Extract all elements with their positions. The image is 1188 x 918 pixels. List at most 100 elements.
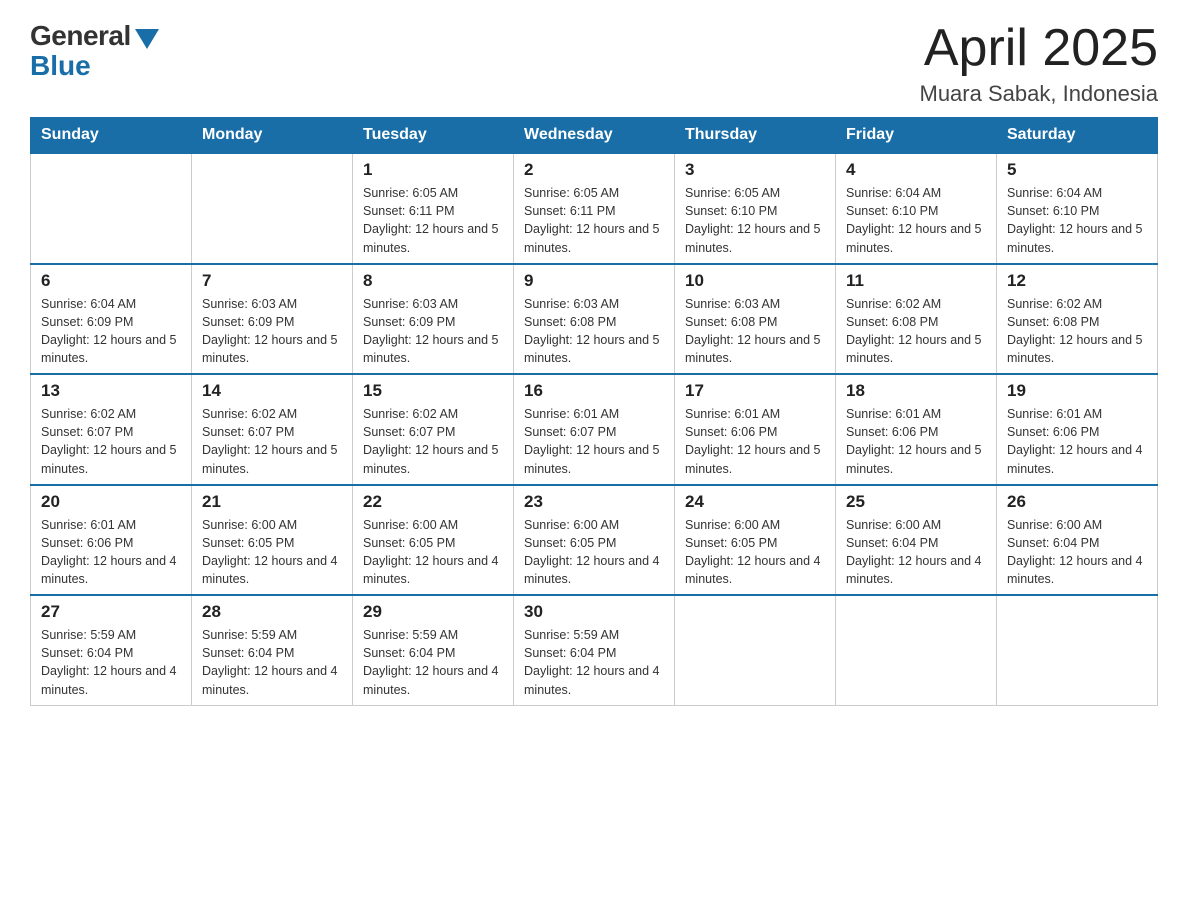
calendar-week-row: 1 Sunrise: 6:05 AM Sunset: 6:11 PM Daylig…	[31, 153, 1158, 264]
calendar-cell: 29Sunrise: 5:59 AM Sunset: 6:04 PM Dayli…	[353, 595, 514, 705]
day-number: 20	[41, 492, 181, 512]
day-info: Sunrise: 6:01 AM Sunset: 6:07 PM Dayligh…	[524, 405, 664, 478]
calendar-cell: 16 Sunrise: 6:01 AM Sunset: 6:07 PM Dayli…	[514, 374, 675, 485]
calendar-cell: 15 Sunrise: 6:02 AM Sunset: 6:07 PM Dayli…	[353, 374, 514, 485]
day-number: 24	[685, 492, 825, 512]
calendar-cell: 17 Sunrise: 6:01 AM Sunset: 6:06 PM Dayli…	[675, 374, 836, 485]
calendar-week-row: 27Sunrise: 5:59 AM Sunset: 6:04 PM Dayli…	[31, 595, 1158, 705]
day-number: 14	[202, 381, 342, 401]
calendar-cell: 5Sunrise: 6:04 AM Sunset: 6:10 PM Daylig…	[997, 153, 1158, 264]
calendar-week-row: 6Sunrise: 6:04 AM Sunset: 6:09 PM Daylig…	[31, 264, 1158, 375]
day-number: 16	[524, 381, 664, 401]
calendar-cell: 14Sunrise: 6:02 AM Sunset: 6:07 PM Dayli…	[192, 374, 353, 485]
day-number: 15	[363, 381, 503, 401]
day-number: 17	[685, 381, 825, 401]
day-info: Sunrise: 6:05 AM Sunset: 6:11 PM Dayligh…	[363, 184, 503, 257]
calendar-cell: 13 Sunrise: 6:02 AM Sunset: 6:07 PM Dayli…	[31, 374, 192, 485]
day-info: Sunrise: 5:59 AM Sunset: 6:04 PM Dayligh…	[524, 626, 664, 699]
day-info: Sunrise: 6:02 AM Sunset: 6:08 PM Dayligh…	[846, 295, 986, 368]
day-info: Sunrise: 6:04 AM Sunset: 6:10 PM Dayligh…	[846, 184, 986, 257]
day-info: Sunrise: 6:01 AM Sunset: 6:06 PM Dayligh…	[41, 516, 181, 589]
day-number: 13	[41, 381, 181, 401]
day-number: 23	[524, 492, 664, 512]
calendar-cell: 23 Sunrise: 6:00 AM Sunset: 6:05 PM Dayli…	[514, 485, 675, 596]
day-info: Sunrise: 6:01 AM Sunset: 6:06 PM Dayligh…	[685, 405, 825, 478]
calendar-cell: 11 Sunrise: 6:02 AM Sunset: 6:08 PM Dayli…	[836, 264, 997, 375]
calendar-header-row: SundayMondayTuesdayWednesdayThursdayFrid…	[31, 118, 1158, 154]
calendar-cell: 19 Sunrise: 6:01 AM Sunset: 6:06 PM Dayli…	[997, 374, 1158, 485]
calendar-title: April 2025	[920, 20, 1159, 77]
column-header-saturday: Saturday	[997, 118, 1158, 154]
day-info: Sunrise: 6:04 AM Sunset: 6:10 PM Dayligh…	[1007, 184, 1147, 257]
day-info: Sunrise: 6:02 AM Sunset: 6:08 PM Dayligh…	[1007, 295, 1147, 368]
day-number: 8	[363, 271, 503, 291]
calendar-subtitle: Muara Sabak, Indonesia	[920, 81, 1159, 107]
calendar-cell: 21 Sunrise: 6:00 AM Sunset: 6:05 PM Dayli…	[192, 485, 353, 596]
day-info: Sunrise: 6:00 AM Sunset: 6:05 PM Dayligh…	[685, 516, 825, 589]
calendar-cell: 9 Sunrise: 6:03 AM Sunset: 6:08 PM Daylig…	[514, 264, 675, 375]
day-number: 2	[524, 160, 664, 180]
calendar-cell: 10Sunrise: 6:03 AM Sunset: 6:08 PM Dayli…	[675, 264, 836, 375]
day-info: Sunrise: 5:59 AM Sunset: 6:04 PM Dayligh…	[41, 626, 181, 699]
calendar-cell: 28Sunrise: 5:59 AM Sunset: 6:04 PM Dayli…	[192, 595, 353, 705]
day-info: Sunrise: 6:05 AM Sunset: 6:10 PM Dayligh…	[685, 184, 825, 257]
column-header-tuesday: Tuesday	[353, 118, 514, 154]
day-info: Sunrise: 6:03 AM Sunset: 6:08 PM Dayligh…	[685, 295, 825, 368]
day-number: 4	[846, 160, 986, 180]
calendar-cell: 8 Sunrise: 6:03 AM Sunset: 6:09 PM Daylig…	[353, 264, 514, 375]
day-info: Sunrise: 6:00 AM Sunset: 6:05 PM Dayligh…	[202, 516, 342, 589]
day-number: 9	[524, 271, 664, 291]
day-info: Sunrise: 6:03 AM Sunset: 6:09 PM Dayligh…	[202, 295, 342, 368]
day-number: 21	[202, 492, 342, 512]
column-header-wednesday: Wednesday	[514, 118, 675, 154]
day-number: 25	[846, 492, 986, 512]
calendar-cell: 7 Sunrise: 6:03 AM Sunset: 6:09 PM Daylig…	[192, 264, 353, 375]
day-info: Sunrise: 6:01 AM Sunset: 6:06 PM Dayligh…	[846, 405, 986, 478]
day-info: Sunrise: 6:00 AM Sunset: 6:04 PM Dayligh…	[1007, 516, 1147, 589]
day-number: 28	[202, 602, 342, 622]
day-info: Sunrise: 6:00 AM Sunset: 6:04 PM Dayligh…	[846, 516, 986, 589]
day-info: Sunrise: 6:01 AM Sunset: 6:06 PM Dayligh…	[1007, 405, 1147, 478]
day-number: 19	[1007, 381, 1147, 401]
day-info: Sunrise: 6:00 AM Sunset: 6:05 PM Dayligh…	[524, 516, 664, 589]
day-number: 18	[846, 381, 986, 401]
calendar-week-row: 20 Sunrise: 6:01 AM Sunset: 6:06 PM Dayli…	[31, 485, 1158, 596]
calendar-cell: 1 Sunrise: 6:05 AM Sunset: 6:11 PM Daylig…	[353, 153, 514, 264]
column-header-monday: Monday	[192, 118, 353, 154]
calendar-cell: 27Sunrise: 5:59 AM Sunset: 6:04 PM Dayli…	[31, 595, 192, 705]
calendar-cell: 6Sunrise: 6:04 AM Sunset: 6:09 PM Daylig…	[31, 264, 192, 375]
calendar-table: SundayMondayTuesdayWednesdayThursdayFrid…	[30, 117, 1158, 706]
day-info: Sunrise: 6:03 AM Sunset: 6:09 PM Dayligh…	[363, 295, 503, 368]
logo-general-text: General	[30, 20, 131, 52]
title-block: April 2025 Muara Sabak, Indonesia	[920, 20, 1159, 107]
day-number: 1	[363, 160, 503, 180]
calendar-cell: 12 Sunrise: 6:02 AM Sunset: 6:08 PM Dayli…	[997, 264, 1158, 375]
page-header: General Blue April 2025 Muara Sabak, Ind…	[30, 20, 1158, 107]
day-info: Sunrise: 6:02 AM Sunset: 6:07 PM Dayligh…	[363, 405, 503, 478]
logo-triangle-icon	[135, 29, 159, 49]
logo: General Blue	[30, 20, 159, 82]
day-info: Sunrise: 6:05 AM Sunset: 6:11 PM Dayligh…	[524, 184, 664, 257]
calendar-cell: 24 Sunrise: 6:00 AM Sunset: 6:05 PM Dayli…	[675, 485, 836, 596]
day-info: Sunrise: 5:59 AM Sunset: 6:04 PM Dayligh…	[363, 626, 503, 699]
calendar-cell: 26 Sunrise: 6:00 AM Sunset: 6:04 PM Dayli…	[997, 485, 1158, 596]
calendar-cell	[997, 595, 1158, 705]
day-number: 7	[202, 271, 342, 291]
day-number: 6	[41, 271, 181, 291]
calendar-cell: 20 Sunrise: 6:01 AM Sunset: 6:06 PM Dayli…	[31, 485, 192, 596]
day-number: 11	[846, 271, 986, 291]
calendar-cell: 4 Sunrise: 6:04 AM Sunset: 6:10 PM Daylig…	[836, 153, 997, 264]
day-info: Sunrise: 6:02 AM Sunset: 6:07 PM Dayligh…	[41, 405, 181, 478]
day-number: 3	[685, 160, 825, 180]
calendar-cell	[836, 595, 997, 705]
day-info: Sunrise: 6:00 AM Sunset: 6:05 PM Dayligh…	[363, 516, 503, 589]
day-number: 26	[1007, 492, 1147, 512]
day-number: 12	[1007, 271, 1147, 291]
calendar-cell: 18 Sunrise: 6:01 AM Sunset: 6:06 PM Dayli…	[836, 374, 997, 485]
column-header-thursday: Thursday	[675, 118, 836, 154]
day-info: Sunrise: 6:03 AM Sunset: 6:08 PM Dayligh…	[524, 295, 664, 368]
calendar-cell	[31, 153, 192, 264]
calendar-week-row: 13 Sunrise: 6:02 AM Sunset: 6:07 PM Dayli…	[31, 374, 1158, 485]
calendar-cell: 2 Sunrise: 6:05 AM Sunset: 6:11 PM Daylig…	[514, 153, 675, 264]
calendar-cell: 30Sunrise: 5:59 AM Sunset: 6:04 PM Dayli…	[514, 595, 675, 705]
